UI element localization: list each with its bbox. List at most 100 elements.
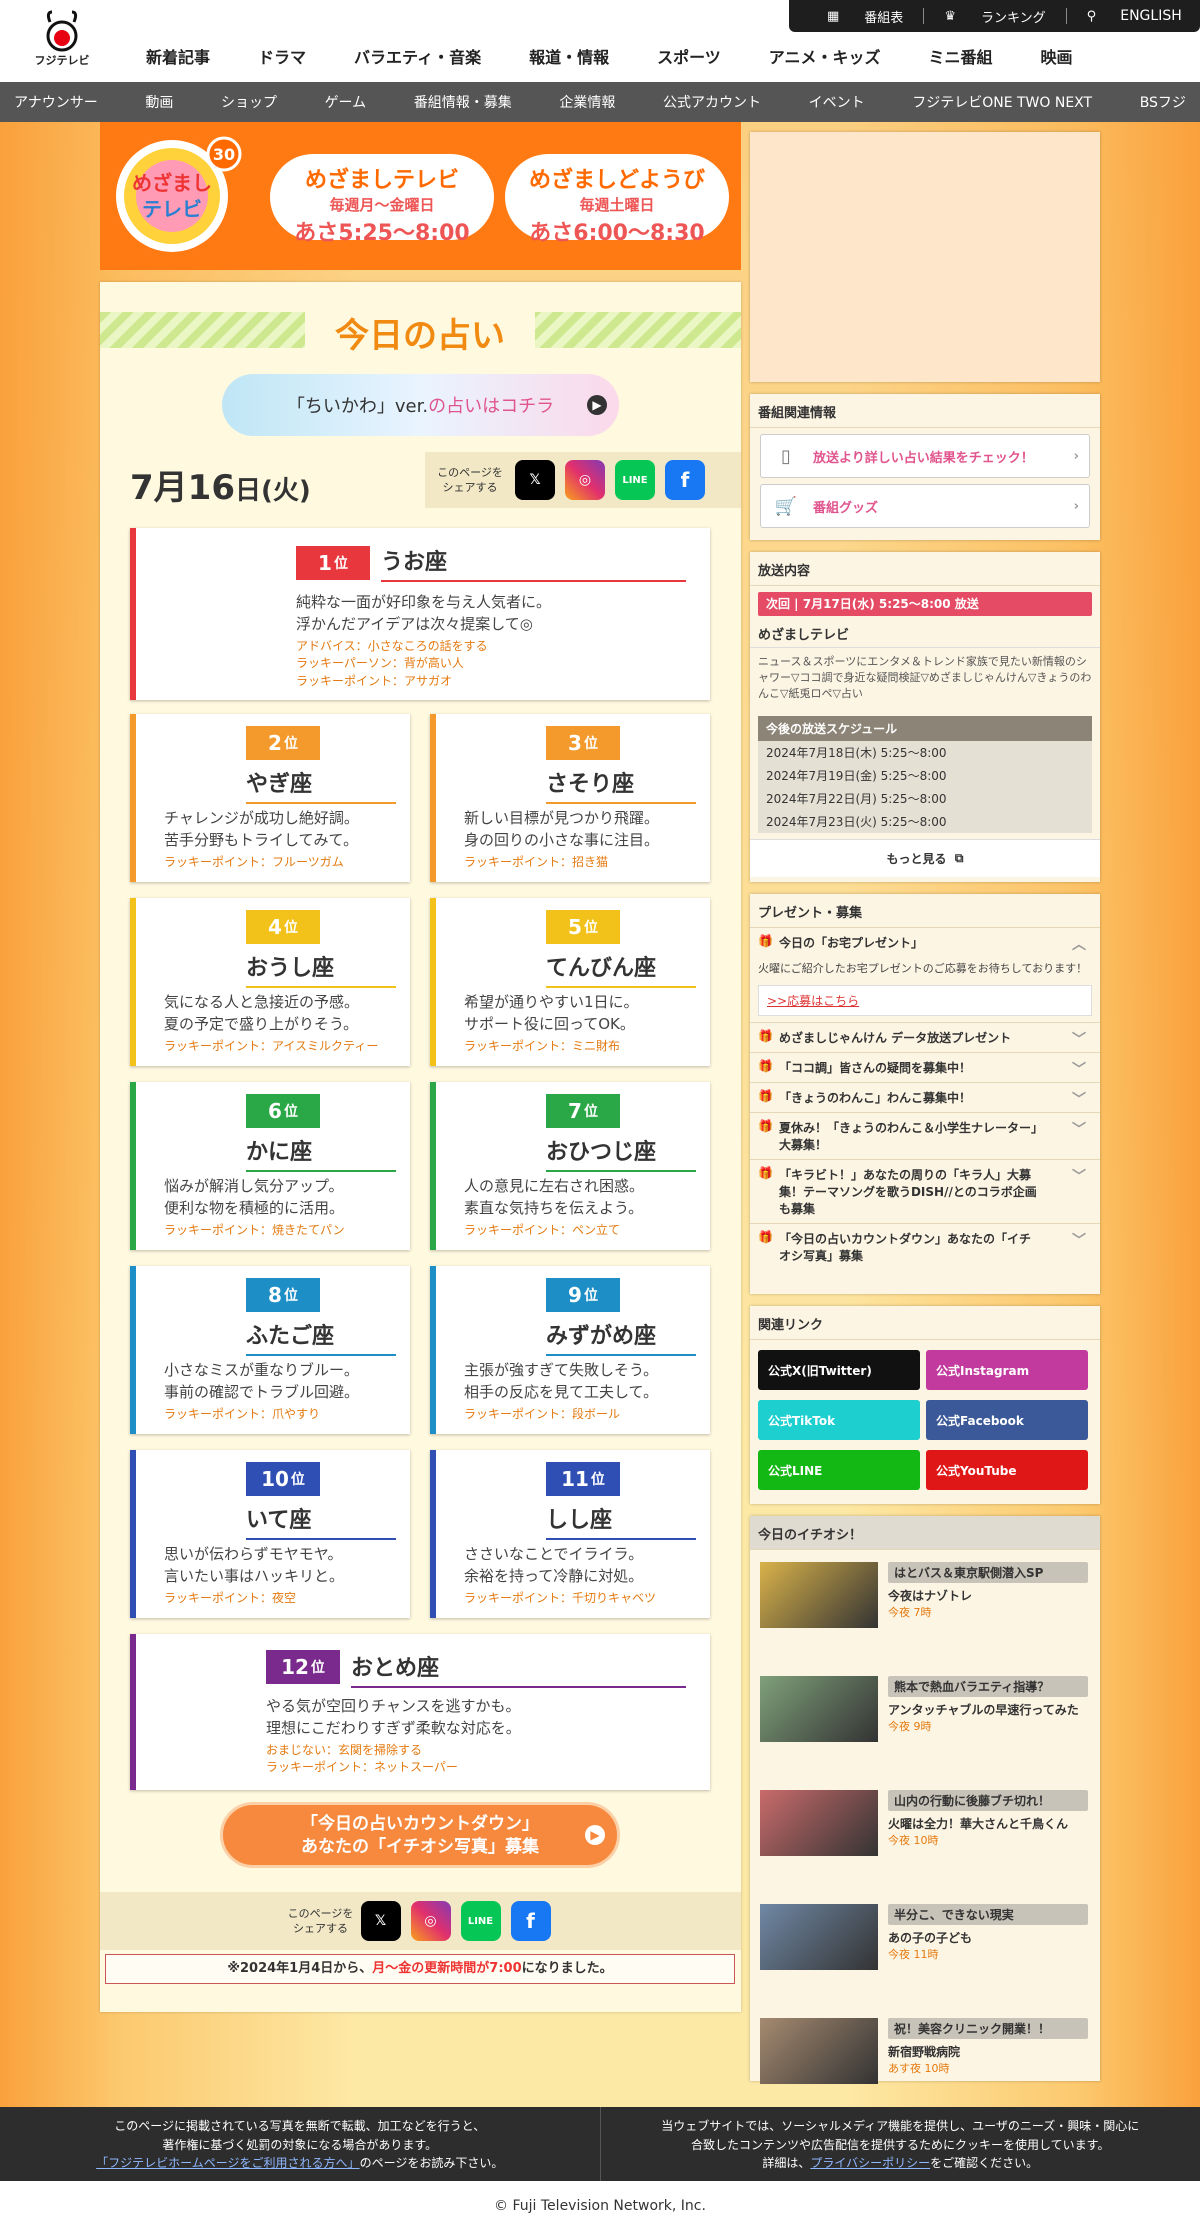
thumbnail-image — [760, 2018, 878, 2084]
ichioshi-item[interactable]: 半分こ、できない現実 あの子の子ども 今夜 11時 — [750, 1892, 1100, 2006]
rank-badge: 11 位 — [546, 1462, 620, 1496]
privacy-link[interactable]: プライバシーポリシー — [810, 2156, 930, 2170]
nav-news[interactable]: 新着記事 — [146, 44, 210, 68]
present-accordion-open[interactable]: 🎁 今日の「お宅プレゼント」 ︿ — [750, 928, 1100, 957]
nav-movie[interactable]: 映画 — [1040, 44, 1072, 68]
present-accordion[interactable]: 🎁 「ココ調」皆さんの疑問を募集中！ ﹀ — [750, 1051, 1100, 1082]
english-link[interactable]: ENGLISH — [1102, 0, 1200, 32]
arrow-right-icon: ▶ — [585, 1825, 605, 1845]
subnav-item[interactable]: イベント — [809, 92, 865, 112]
subnav-item[interactable]: 動画 — [145, 92, 173, 112]
social-link[interactable]: 公式YouTube — [926, 1450, 1088, 1490]
chevron-up-icon: ︿ — [1072, 937, 1086, 953]
subnav-item[interactable]: ゲーム — [325, 92, 367, 112]
instagram-share-icon[interactable]: ◎ — [565, 460, 605, 500]
subnav-item[interactable]: 番組情報・募集 — [414, 92, 512, 112]
ichioshi-item[interactable]: 山内の行動に後藤ブチ切れ！ 火曜は全力！華大さんと千鳥くん 今夜 10時 — [750, 1778, 1100, 1892]
countdown-photo-button[interactable]: 「今日の占いカウントダウン」 あなたの「イチオシ写真」募集 ▶ — [220, 1802, 620, 1868]
gift-icon: 🎁 — [758, 1165, 773, 1180]
nav-sports[interactable]: スポーツ — [657, 44, 721, 68]
subnav-item[interactable]: ショップ — [221, 92, 277, 112]
zodiac-name: てんびん座 — [546, 950, 696, 988]
present-accordion[interactable]: 🎁 夏休み！「きょうのわんこ＆小学生ナレーター」大募集！ ﹀ — [750, 1111, 1100, 1159]
social-link[interactable]: 公式Facebook — [926, 1400, 1088, 1440]
rank-badge: 4位 — [246, 910, 320, 944]
subnav-item[interactable]: 公式アカウント — [663, 92, 761, 112]
ichioshi-item[interactable]: 熊本で熱血バラエティ指導？ アンタッチャブルの早速行ってみた 今夜 9時 — [750, 1664, 1100, 1778]
social-link[interactable]: 公式LINE — [758, 1450, 920, 1490]
ichioshi-time: 今夜 9時 — [888, 1720, 932, 1733]
line-share-icon[interactable]: LINE — [460, 1901, 501, 1941]
chevron-down-icon: ﹀ — [1072, 1168, 1086, 1185]
fortune-text: 人の意見に左右され困惑。 素直な気持ちを伝えよう。 — [464, 1177, 645, 1217]
box-heading: 番組関連情報 — [750, 394, 1100, 428]
gift-icon: 🎁 — [758, 1229, 773, 1244]
ichioshi-item[interactable]: はとバス＆東京駅側潜入SP 今夜はナゾトレ 今夜 7時 — [750, 1550, 1100, 1664]
gift-icon: 🎁 — [758, 1118, 773, 1133]
instagram-share-icon[interactable]: ◎ — [410, 1901, 451, 1941]
fortune-text: 悩みが解消し気分アップ。 便利な物を積極的に活用。 — [164, 1177, 345, 1217]
facebook-share-icon[interactable]: f — [510, 1901, 551, 1941]
subnav-item[interactable]: フジテレビONE TWO NEXT — [912, 92, 1092, 112]
fortune-card: 3 位さそり座 新しい目標が見つかり飛躍。 身の回りの小さな事に注目。 ラッキーポイント… — [430, 714, 710, 882]
util-program-guide[interactable]: ▦ 番組表 — [807, 7, 923, 26]
footer: このページに掲載されている写真を無断で転載、加工などを行うと、 著作権に基づく処… — [0, 2107, 1200, 2181]
gift-icon: 🎁 — [758, 1028, 773, 1043]
nav-mini[interactable]: ミニ番組 — [928, 44, 992, 68]
zodiac-name: おひつじ座 — [546, 1134, 696, 1172]
nav-info[interactable]: 報道・情報 — [529, 44, 609, 68]
zodiac-name: やぎ座 — [246, 766, 396, 804]
social-link[interactable]: 公式TikTok — [758, 1400, 920, 1440]
nav-anime[interactable]: アニメ・キッズ — [769, 44, 881, 68]
detail-fortune-link[interactable]: ▯ 放送より詳しい占い結果をチェック！ › — [760, 434, 1090, 478]
nav-variety[interactable]: バラエティ・音楽 — [354, 44, 481, 68]
left-column: めざまし テレビ 30 めざましテレビ 毎週月〜金曜日 あさ5:25〜8:00 … — [100, 122, 741, 2012]
banner-saturday: めざましどようび 毎週土曜日 あさ6:00〜8:30 — [505, 154, 729, 246]
thumbnail-image — [760, 1790, 878, 1856]
terms-link[interactable]: 「フジテレビホームページをご利用される方へ」 — [96, 2156, 359, 2170]
present-accordion[interactable]: 🎁 めざましじゃんけん データ放送プレゼント ﹀ — [750, 1021, 1100, 1052]
subnav-item[interactable]: アナウンサー — [14, 92, 98, 112]
broadcast-box: 放送内容 次回 | 7月17日(水) 5:25〜8:00 放送 めざましテレビ … — [750, 552, 1100, 882]
ichioshi-item[interactable]: 祝！美容クリニック開業！！ 新宿野戦病院 あす夜 10時 — [750, 2006, 1100, 2120]
util-ranking[interactable]: ♛ ランキング — [924, 7, 1065, 26]
cart-icon: 🛒 — [774, 495, 798, 517]
social-link[interactable]: 公式Instagram — [926, 1350, 1088, 1390]
schedule-row: 2024年7月19日(金) 5:25〜8:00 — [766, 768, 947, 783]
rank-badge: 7位 — [546, 1094, 620, 1128]
x-share-icon[interactable]: 𝕏 — [360, 1901, 401, 1941]
apply-link[interactable]: >>応募はこちら — [758, 984, 1092, 1016]
fortune-section: 今日の占い 「ちいかわ」ver. の占いはコチラ ▶ 7月16日(火) このページ… — [100, 282, 741, 2012]
present-accordion[interactable]: 🎁 「きょうのわんこ」わんこ募集中！ ﹀ — [750, 1081, 1100, 1112]
rank-badge: 12 位 — [266, 1650, 340, 1684]
chevron-down-icon: ﹀ — [1072, 1031, 1086, 1048]
ichioshi-tag: はとバス＆東京駅側潜入SP — [888, 1562, 1088, 1583]
x-share-icon[interactable]: 𝕏 — [515, 460, 555, 500]
lucky-point: ラッキーポイント：爪やすり — [164, 1407, 321, 1421]
fortune-text: 小さなミスが重なりブルー。 事前の確認でトラブル回避。 — [164, 1361, 360, 1401]
lucky-point: おまじない：玄関を掃除する ラッキーポイント：ネットスーパー — [266, 1743, 458, 1775]
ichioshi-title: 火曜は全力！華大さんと千鳥くん — [888, 1817, 1069, 1831]
goods-link[interactable]: 🛒 番組グッズ › — [760, 484, 1090, 528]
lucky-point: アドバイス：小さなころの話をする ラッキーパーソン：背が高い人 ラッキーポイント：ア… — [296, 639, 488, 688]
gift-icon: 🎁 — [758, 1088, 773, 1103]
program-banner[interactable]: めざまし テレビ 30 めざましテレビ 毎週月〜金曜日 あさ5:25〜8:00 … — [100, 122, 741, 270]
line-share-icon[interactable]: LINE — [615, 460, 655, 500]
chevron-down-icon: ﹀ — [1072, 1121, 1086, 1138]
lucky-point: ラッキーポイント：フルーツガム — [164, 855, 344, 869]
zodiac-name: おうし座 — [246, 950, 396, 988]
ichioshi-tag: 半分こ、できない現実 — [888, 1904, 1088, 1925]
more-button[interactable]: もっと見る ⧉ — [750, 838, 1100, 877]
social-link[interactable]: 公式X(旧Twitter) — [758, 1350, 920, 1390]
fortune-card: 5 位てんびん座 希望が通りやすい1日に。 サポート役に回ってOK。 ラッキーポイント：… — [430, 898, 710, 1066]
facebook-share-icon[interactable]: f — [665, 460, 705, 500]
subnav-item[interactable]: 企業情報 — [559, 92, 615, 112]
share-bar: このページを シェアする 𝕏 ◎ LINE f — [425, 452, 741, 508]
present-accordion[interactable]: 🎁 「今日の占いカウントダウン」あなたの「イチオシ写真」募集 ﹀ — [750, 1222, 1100, 1270]
subnav-item[interactable]: BSフジ — [1140, 92, 1186, 112]
ichioshi-time: 今夜 11時 — [888, 1948, 939, 1961]
nav-drama[interactable]: ドラマ — [258, 44, 306, 68]
present-accordion[interactable]: 🎁 「キラビト！」あなたの周りの「キラ人」大募集！テーマソングを歌うDISH//と… — [750, 1158, 1100, 1223]
fortune-text: 新しい目標が見つかり飛躍。 身の回りの小さな事に注目。 — [464, 809, 660, 849]
chiikawa-fortune-banner[interactable]: 「ちいかわ」ver. の占いはコチラ ▶ — [222, 374, 619, 436]
